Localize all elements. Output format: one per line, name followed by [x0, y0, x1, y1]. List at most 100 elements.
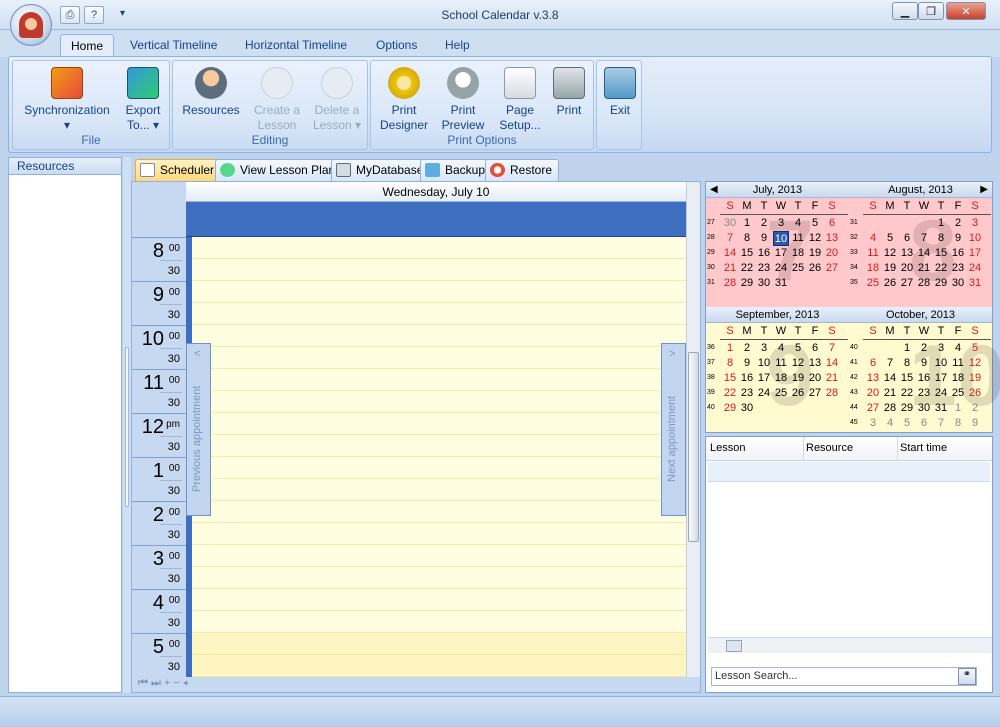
page-setup-button[interactable]: Page Setup...	[493, 67, 547, 133]
calendar-day[interactable]: 20	[899, 261, 915, 276]
column-resource[interactable]: Resource	[806, 442, 853, 454]
calendar-day[interactable]: 10	[933, 356, 949, 371]
calendar-day[interactable]: 1	[933, 216, 949, 231]
calendar-day[interactable]: 4	[773, 341, 789, 356]
lesson-search-input[interactable]: Lesson Search...	[711, 667, 977, 686]
calendar-day[interactable]: 19	[967, 371, 983, 386]
calendar-day[interactable]: 2	[950, 216, 966, 231]
calendar-day[interactable]: 29	[899, 401, 915, 416]
all-day-area[interactable]	[186, 202, 686, 237]
calendar-day[interactable]: 28	[882, 401, 898, 416]
calendar-day[interactable]: 5	[899, 416, 915, 431]
exit-button[interactable]: Exit	[601, 67, 639, 118]
calendar-day[interactable]: 2	[739, 341, 755, 356]
calendar-day[interactable]: 29	[933, 276, 949, 291]
calendar-day[interactable]: 21	[824, 371, 840, 386]
calendar-day[interactable]: 25	[950, 386, 966, 401]
calendar-day[interactable]: 5	[807, 216, 823, 231]
calendar-day[interactable]: 8	[950, 416, 966, 431]
calendar-day[interactable]: 10	[773, 231, 789, 246]
calendar-day[interactable]: 4	[790, 216, 806, 231]
scrollbar-thumb[interactable]	[688, 352, 699, 542]
calendar-day[interactable]: 10	[756, 356, 772, 371]
month-calendar[interactable]: 10 October, 2013 S M T W T F S 40 1 2 3 4 5 41 6 7 8 9 10 11 1…	[849, 307, 1000, 432]
calendar-day[interactable]: 5	[967, 341, 983, 356]
app-menu-button[interactable]	[10, 4, 52, 46]
day-header[interactable]: Wednesday, July 10	[186, 182, 686, 202]
calendar-day[interactable]: 29	[722, 401, 738, 416]
calendar-day[interactable]: 4	[865, 231, 881, 246]
column-divider[interactable]	[803, 437, 804, 461]
calendar-day[interactable]: 15	[899, 371, 915, 386]
calendar-day[interactable]: 7	[882, 356, 898, 371]
calendar-day[interactable]: 2	[756, 216, 772, 231]
calendar-day[interactable]: 24	[756, 386, 772, 401]
calendar-day[interactable]: 18	[773, 371, 789, 386]
month-calendar[interactable]: 9 September, 2013 S M T W T F S 36 1 2 3 4 5 6 7 37 8 9 10 11…	[706, 307, 849, 432]
calendar-day[interactable]: 9	[916, 356, 932, 371]
calendar-day[interactable]: 20	[824, 246, 840, 261]
lesson-list-horizontal-scrollbar[interactable]	[708, 637, 992, 653]
calendar-day[interactable]: 25	[865, 276, 881, 291]
lesson-search-button[interactable]: ⚭	[958, 668, 976, 685]
calendar-day[interactable]: 25	[790, 261, 806, 276]
calendar-day[interactable]: 30	[756, 276, 772, 291]
calendar-day[interactable]: 23	[916, 386, 932, 401]
calendar-day[interactable]: 23	[950, 261, 966, 276]
calendar-day[interactable]: 10	[967, 231, 983, 246]
calendar-day[interactable]: 12	[807, 231, 823, 246]
tab-backup[interactable]: Backup	[420, 159, 493, 181]
restore-button[interactable]: ❐	[918, 2, 944, 20]
print-designer-button[interactable]: Print Designer	[375, 67, 433, 133]
calendar-day[interactable]: 16	[950, 246, 966, 261]
calendar-day[interactable]: 9	[967, 416, 983, 431]
calendar-day[interactable]: 6	[865, 356, 881, 371]
calendar-day[interactable]: 15	[933, 246, 949, 261]
calendar-day[interactable]: 22	[722, 386, 738, 401]
calendar-day[interactable]: 7	[824, 341, 840, 356]
calendar-day[interactable]: 18	[790, 246, 806, 261]
calendar-day[interactable]: 24	[967, 261, 983, 276]
calendar-day[interactable]: 24	[933, 386, 949, 401]
minimize-button[interactable]: ▁	[892, 2, 918, 20]
calendar-day[interactable]: 9	[950, 231, 966, 246]
calendar-day[interactable]: 30	[722, 216, 738, 231]
calendar-day[interactable]: 17	[756, 371, 772, 386]
next-month-arrow[interactable]: ▶	[980, 184, 988, 195]
calendar-day[interactable]: 18	[865, 261, 881, 276]
calendar-day[interactable]: 6	[899, 231, 915, 246]
calendar-day[interactable]: 27	[807, 386, 823, 401]
calendar-day[interactable]: 11	[773, 356, 789, 371]
calendar-day[interactable]: 30	[950, 276, 966, 291]
calendar-day[interactable]: 17	[967, 246, 983, 261]
previous-month-arrow[interactable]: ◀	[710, 184, 718, 195]
calendar-day[interactable]: 5	[882, 231, 898, 246]
tab-vertical-timeline[interactable]: Vertical Timeline	[120, 34, 227, 57]
scheduler-view[interactable]: Wednesday, July 10 8 00 30 9 00 30 10 00 30 11 00 3…	[131, 181, 701, 693]
calendar-day[interactable]: 19	[790, 371, 806, 386]
calendar-day[interactable]: 23	[739, 386, 755, 401]
calendar-day[interactable]: 14	[722, 246, 738, 261]
calendar-day[interactable]: 5	[790, 341, 806, 356]
calendar-day[interactable]: 4	[882, 416, 898, 431]
calendar-day[interactable]: 3	[865, 416, 881, 431]
calendar-day[interactable]: 22	[933, 261, 949, 276]
export-to-button[interactable]: Export To... ▾	[117, 67, 169, 133]
calendar-day[interactable]: 23	[756, 261, 772, 276]
calendar-day[interactable]: 19	[882, 261, 898, 276]
calendar-day[interactable]: 26	[967, 386, 983, 401]
calendar-day[interactable]: 24	[773, 261, 789, 276]
calendar-day[interactable]: 21	[722, 261, 738, 276]
previous-appointment-button[interactable]: < Previous appointment	[186, 343, 211, 516]
calendar-day[interactable]: 3	[773, 216, 789, 231]
calendar-day[interactable]: 21	[916, 261, 932, 276]
calendar-day[interactable]: 3	[967, 216, 983, 231]
month-calendar[interactable]: 7 July, 2013 ◀ S M T W T F S 27 30 1 2 3 4 5 6 28 7 8 9 10 11 12…	[706, 182, 849, 307]
calendar-day[interactable]: 19	[807, 246, 823, 261]
delete-lesson-button[interactable]: Delete a Lesson ▾	[307, 67, 367, 133]
panel-splitter[interactable]	[123, 157, 131, 693]
synchronization-button[interactable]: Synchronization ▾	[19, 67, 115, 133]
print-button[interactable]: Print	[547, 67, 591, 118]
calendar-day[interactable]: 6	[916, 416, 932, 431]
calendar-day[interactable]: 16	[916, 371, 932, 386]
